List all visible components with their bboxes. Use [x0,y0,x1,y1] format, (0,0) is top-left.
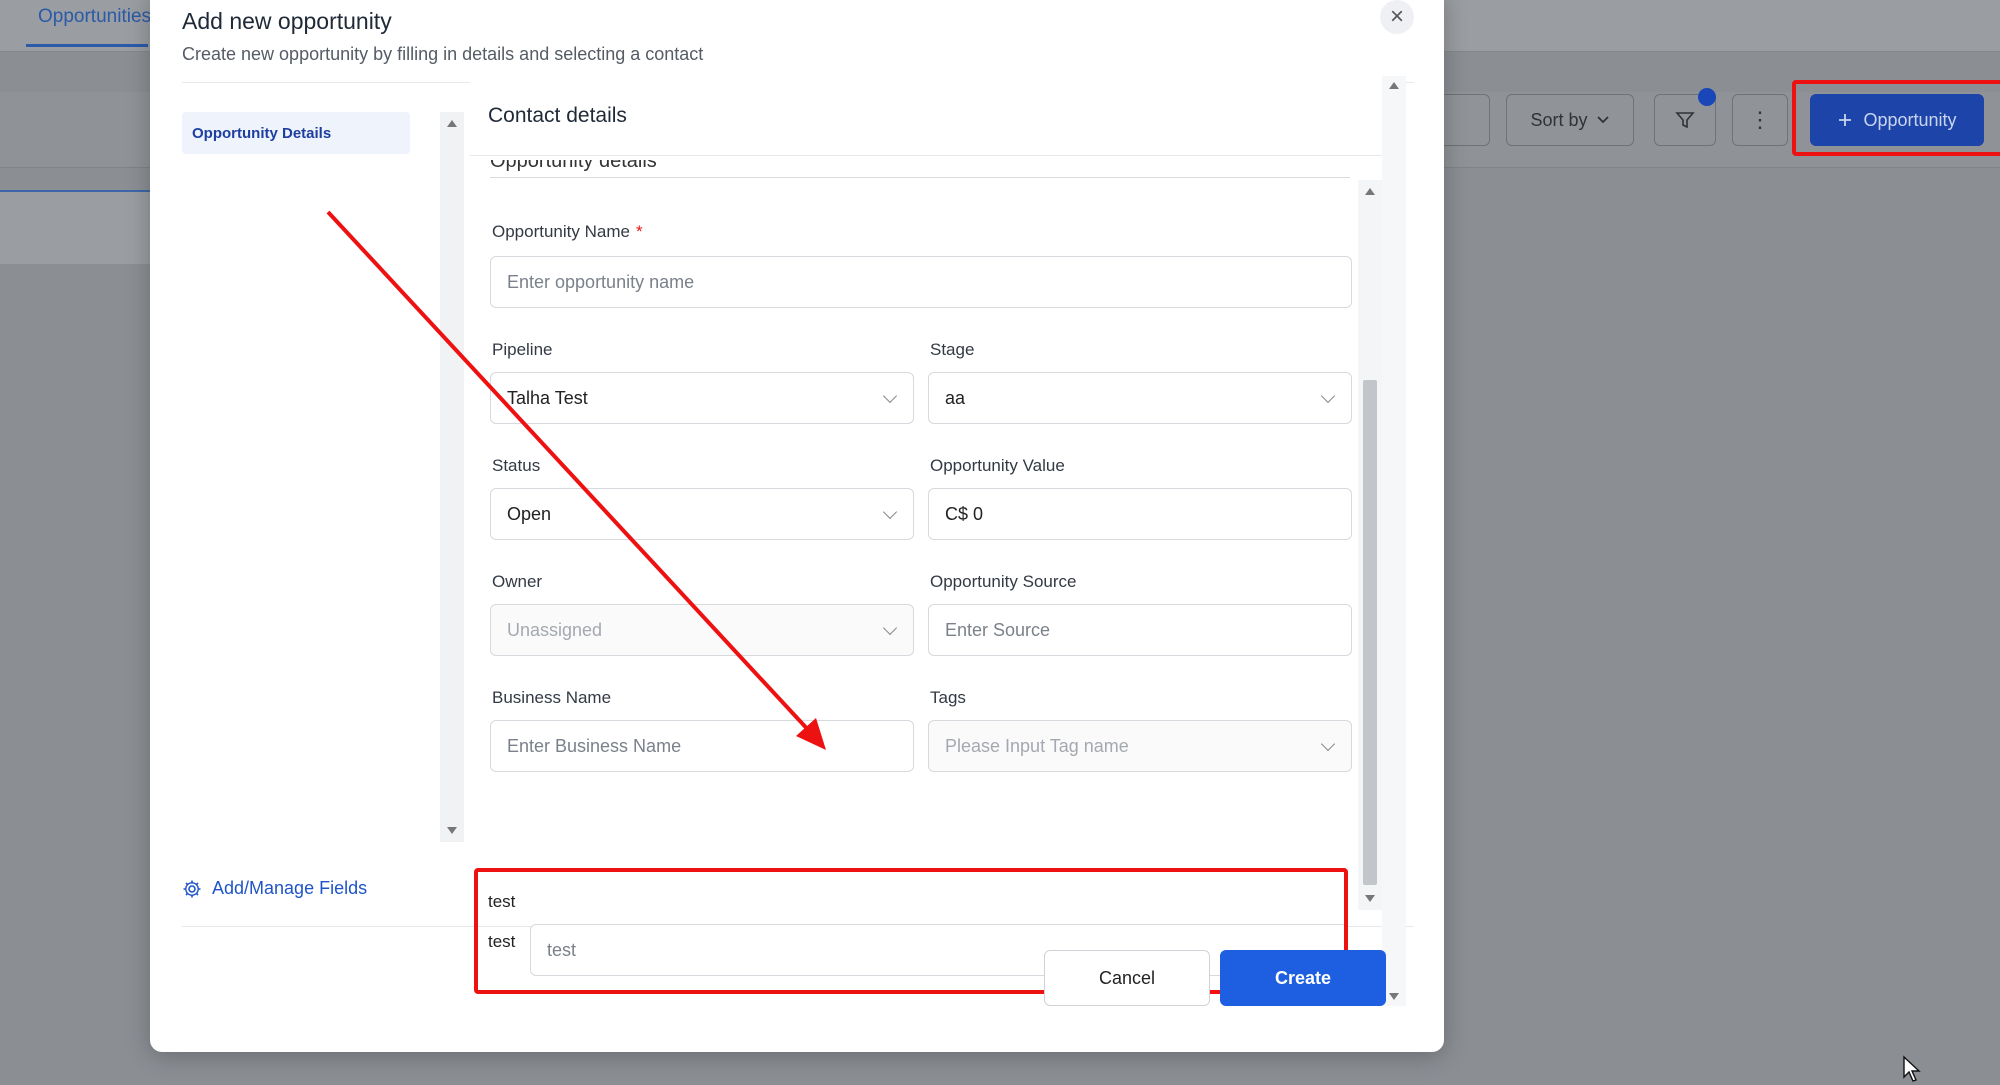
opportunity-value-label: Opportunity Value [930,456,1065,475]
more-options-button[interactable]: ⋮ [1732,94,1788,146]
tags-label: Tags [930,688,966,707]
section-heading-opportunity-details: Opportunity details [490,160,1350,178]
chevron-down-icon [882,620,898,636]
opportunity-source-label: Opportunity Source [930,572,1077,591]
form-content-panel: Contact details Opportunity details Oppo… [470,76,1382,994]
chevron-down-icon [1596,116,1609,124]
stage-select[interactable]: aa [928,372,1352,424]
side-scrollbar[interactable] [440,112,464,842]
scroll-down-icon[interactable] [1365,895,1375,902]
owner-label: Owner [492,572,543,591]
pipeline-label: Pipeline [492,340,553,359]
pipeline-select[interactable]: Talha Test [490,372,914,424]
form-scrollbar[interactable] [1358,180,1382,910]
stage-label: Stage [930,340,975,359]
opportunity-name-input[interactable]: Enter opportunity name [490,256,1352,308]
status-select[interactable]: Open [490,488,914,540]
chevron-down-icon [882,504,898,520]
filter-icon [1675,112,1695,129]
sort-button[interactable]: Sort by [1506,94,1634,146]
status-label: Status [492,456,541,475]
required-marker: * [635,222,643,241]
sort-label: Sort by [1530,109,1588,130]
modal-subtitle: Create new opportunity by filling in det… [182,44,704,64]
section-header-contact-details: Contact details [470,76,1382,156]
business-name-label: Business Name [492,688,612,707]
owner-value: Unassigned [507,619,603,640]
business-name-input[interactable]: Enter Business Name [490,720,914,772]
list-row [0,190,160,264]
add-manage-fields-label: Add/Manage Fields [212,878,368,898]
filter-active-dot [1698,88,1716,106]
scroll-down-icon[interactable] [1389,993,1399,1000]
tab-opportunities[interactable]: Opportunities [38,6,151,28]
opportunity-source-input[interactable]: Enter Source [928,604,1352,656]
add-manage-fields-link[interactable]: Add/Manage Fields [182,878,367,899]
scroll-up-icon[interactable] [1365,188,1375,195]
side-nav-opportunity-details[interactable]: Opportunity Details [182,112,410,154]
scroll-up-icon[interactable] [1389,82,1399,89]
close-button[interactable]: × [1380,0,1414,34]
modal-title: Add new opportunity [182,8,392,34]
scrollbar-thumb[interactable] [1363,380,1377,885]
tags-placeholder: Please Input Tag name [945,735,1129,756]
close-icon: × [1389,3,1404,30]
owner-select[interactable]: Unassigned [490,604,914,656]
modal-scrollbar[interactable] [1382,76,1406,1006]
annotation-highlight-box [474,868,1348,994]
chevron-down-icon [1320,736,1336,752]
opportunity-name-label: Opportunity Name * [492,222,643,241]
tags-select[interactable]: Please Input Tag name [928,720,1352,772]
more-icon: ⋮ [1749,107,1771,132]
scroll-down-icon[interactable] [447,827,457,834]
opportunity-value-input[interactable]: C$ 0 [928,488,1352,540]
chevron-down-icon [882,388,898,404]
mouse-cursor-icon [1903,1055,1921,1082]
add-opportunity-modal: Add new opportunity × Create new opportu… [150,0,1444,1052]
create-button[interactable]: Create [1220,950,1386,1006]
scroll-up-icon[interactable] [447,120,457,127]
stage-value: aa [945,387,966,408]
chevron-down-icon [1320,388,1336,404]
gear-icon [183,880,201,897]
annotation-highlight-box [1792,80,2000,156]
active-tab-indicator [26,44,148,47]
cancel-button[interactable]: Cancel [1044,950,1210,1006]
pipeline-value: Talha Test [507,387,588,408]
toolbar-button-partial[interactable] [1440,94,1490,146]
status-value: Open [507,503,552,524]
